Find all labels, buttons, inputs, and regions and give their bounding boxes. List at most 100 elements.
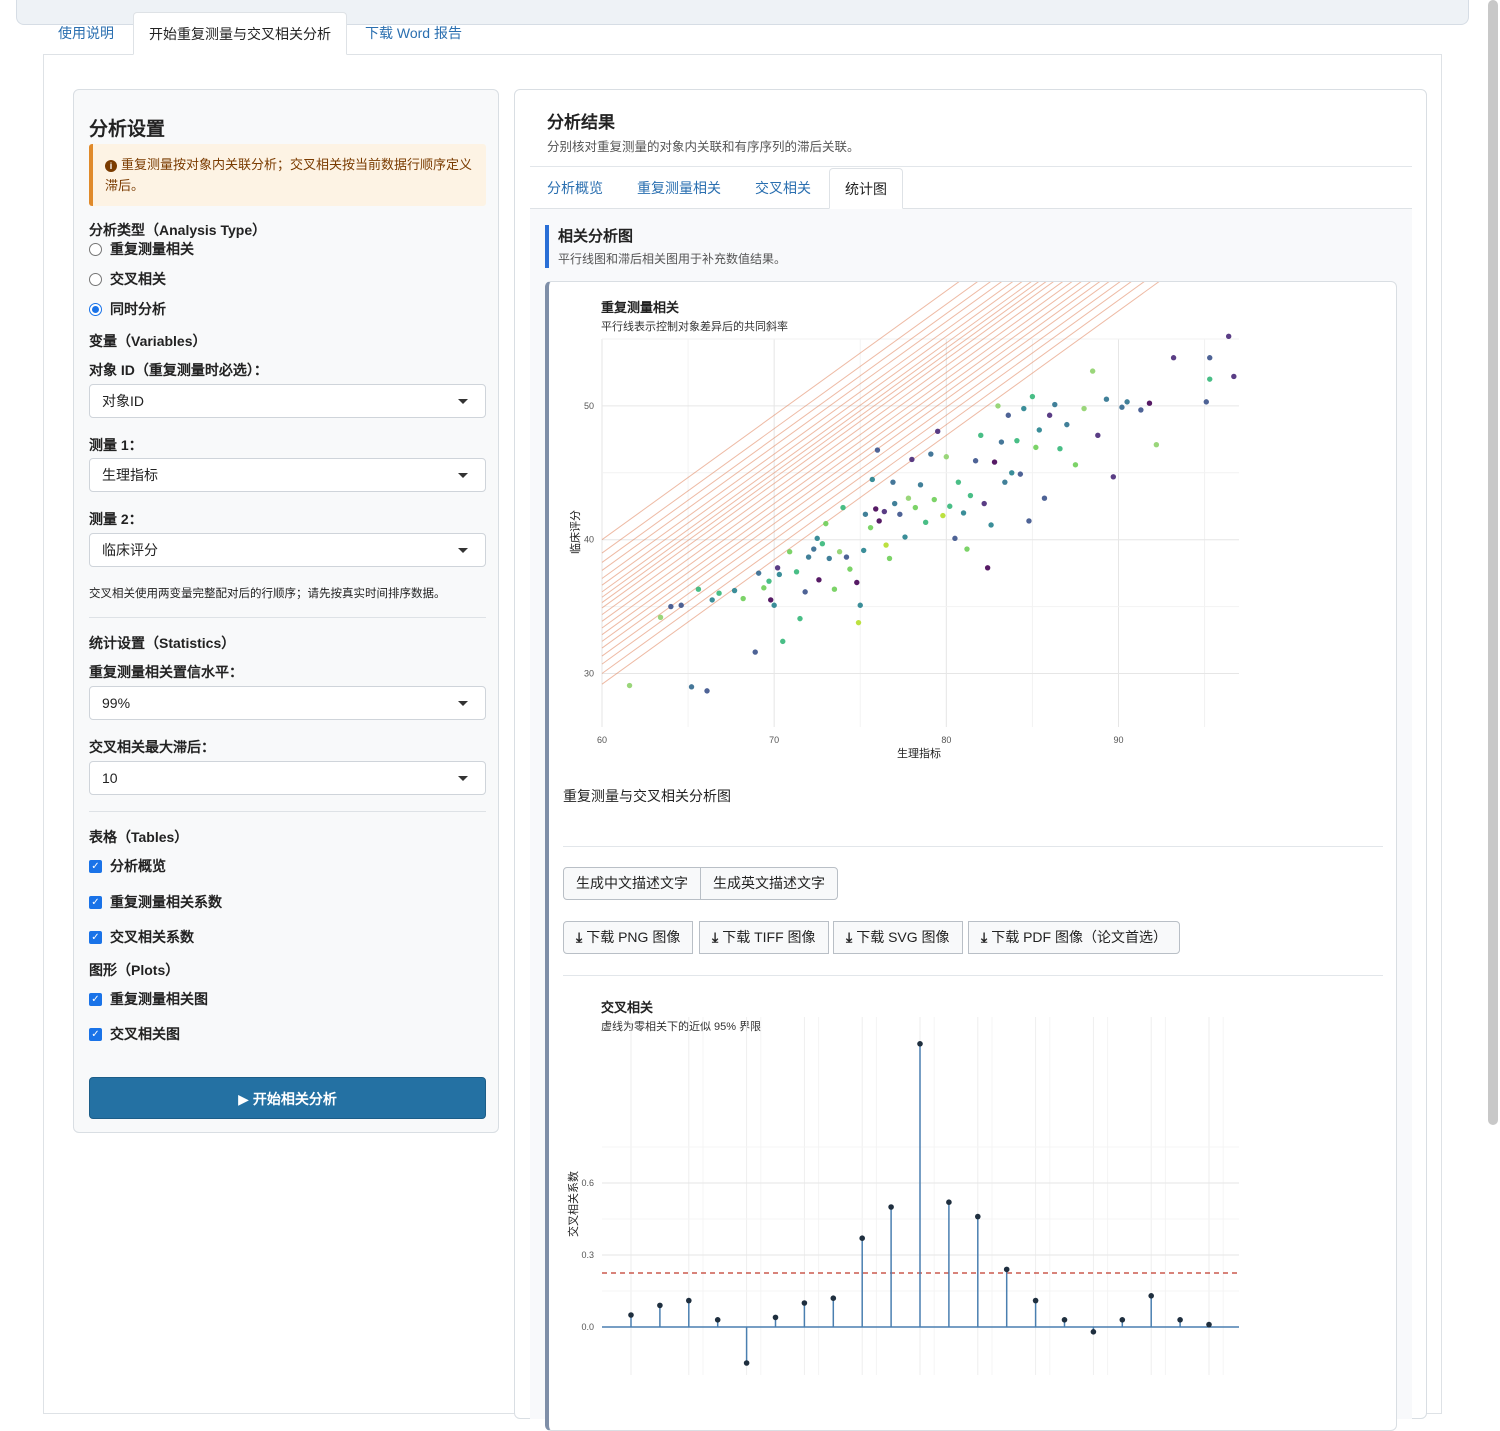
download-icon: ⤓ (846, 929, 853, 945)
parallel-line (601, 282, 1082, 629)
tab-start-analysis[interactable]: 开始重复测量与交叉相关分析 (133, 12, 347, 55)
data-point (1072, 462, 1079, 468)
checkbox-rmcorr-plot[interactable]: ✓ 重复测量相关图 (89, 989, 208, 1009)
help-text: 交叉相关使用两变量完整配对后的行顺序；请先按真实时间排序数据。 (89, 588, 446, 600)
download-tiff-button[interactable]: ⤓ 下载 TIFF 图像 (699, 921, 829, 954)
checkbox-ccf-plot[interactable]: ✓ 交叉相关图 (89, 1024, 180, 1044)
results-tabs: 分析概览 重复测量相关 交叉相关 统计图 (530, 168, 1412, 209)
data-point (766, 578, 772, 584)
data-point (857, 602, 863, 608)
data-point (1170, 355, 1177, 361)
data-point (1203, 399, 1209, 405)
tab-instructions[interactable]: 使用说明 (43, 12, 129, 55)
tab-ccf[interactable]: 交叉相关 (740, 168, 826, 209)
button-label: 下载 PNG 图像 (586, 929, 681, 945)
select-value: 临床评分 (102, 542, 158, 558)
checkbox-rmcorr-table[interactable]: ✓ 重复测量相关系数 (89, 892, 222, 912)
radio-cross[interactable]: 交叉相关 (89, 269, 166, 289)
data-point (854, 579, 860, 586)
data-point (843, 554, 850, 560)
ccf-point (830, 1295, 837, 1301)
data-point (905, 495, 912, 501)
data-point (1207, 355, 1213, 361)
check-icon[interactable]: ✓ (89, 992, 102, 1006)
tab-plots[interactable]: 统计图 (829, 168, 903, 209)
chart-subtitle: 平行线表示控制对象差异后的共同斜率 (601, 319, 788, 333)
download-svg-button[interactable]: ⤓ 下载 SVG 图像 (833, 921, 963, 954)
data-point (897, 511, 903, 517)
divider (563, 846, 1383, 847)
check-icon[interactable]: ✓ (89, 930, 102, 944)
tab-download-word[interactable]: 下载 Word 报告 (350, 12, 477, 55)
ccf-point (714, 1317, 721, 1323)
plot-card: 重复测量相关 平行线表示控制对象差异后的共同斜率 60 70 80 90 30 40 50 … (545, 281, 1397, 1431)
radio-repeated[interactable]: 重复测量相关 (89, 239, 194, 259)
y-axis-label: 临床评分 (568, 510, 582, 554)
download-icon: ⤓ (981, 929, 988, 945)
subject-id-select[interactable]: 对象ID (89, 384, 486, 418)
data-point (761, 585, 767, 591)
data-point (876, 518, 882, 524)
checkbox-ccf-table[interactable]: ✓ 交叉相关系数 (89, 927, 194, 947)
ci-label: 重复测量相关置信水平： (89, 664, 243, 680)
analysis-type-label: 分析类型（Analysis Type） (89, 222, 267, 238)
chart-title: 重复测量相关 (601, 300, 679, 315)
data-point (1110, 474, 1117, 480)
data-point (831, 586, 838, 592)
data-point (862, 511, 869, 517)
ccf-chart: 交叉相关 虚线为零相关下的近似 95% 界限 0.0 0.3 0.6 交叉相关系数 (566, 1000, 1239, 1375)
check-icon[interactable]: ✓ (89, 859, 102, 873)
section-subtitle: 平行线图和滞后相关图用于补充数值结果。 (558, 252, 787, 266)
check-icon[interactable]: ✓ (89, 895, 102, 909)
run-analysis-button[interactable]: ▶ 开始相关分析 (89, 1077, 486, 1119)
data-point (881, 508, 888, 515)
settings-sidebar: 分析设置 i 重复测量按对象内关联分析；交叉相关按当前数据行顺序定义滞后。 分析类… (73, 89, 499, 1133)
data-point (731, 587, 738, 594)
data-point (917, 482, 924, 488)
divider (89, 811, 486, 812)
radio-both[interactable]: 同时分析 (89, 299, 166, 319)
download-pdf-button[interactable]: ⤓ 下载 PDF 图像（论文首选） (968, 921, 1180, 954)
tab-overview[interactable]: 分析概览 (532, 168, 618, 209)
data-point (874, 447, 881, 453)
y-tick-label: 50 (584, 401, 594, 411)
data-point (902, 534, 908, 540)
gen-english-text-button[interactable]: 生成英文描述文字 (700, 867, 838, 900)
page-scrollbar[interactable] (1488, 0, 1498, 1125)
checkbox-overview[interactable]: ✓ 分析概览 (89, 856, 166, 876)
gen-chinese-text-button[interactable]: 生成中文描述文字 (563, 867, 701, 900)
data-point (626, 682, 633, 689)
tab-rmcorr[interactable]: 重复测量相关 (622, 168, 736, 209)
data-point (1033, 444, 1039, 451)
check-icon[interactable]: ✓ (89, 1027, 102, 1041)
radio-circle[interactable] (89, 242, 102, 256)
info-icon: i (105, 160, 117, 172)
results-subtitle: 分别核对重复测量的对象内关联和有序序列的滞后关联。 (547, 140, 860, 154)
axis-ticks: 0.0 0.3 0.6 (581, 1178, 594, 1332)
radio-label: 同时分析 (110, 301, 166, 317)
data-point (1052, 401, 1058, 408)
measure1-select[interactable]: 生理指标 (89, 458, 486, 492)
y-tick-label: 0.3 (581, 1250, 594, 1260)
measure2-select[interactable]: 临床评分 (89, 533, 486, 567)
play-icon: ▶ (238, 1091, 249, 1107)
parallel-line (601, 282, 1091, 636)
select-value: 对象ID (102, 393, 144, 409)
results-header: 分析结果 分别核对重复测量的对象内关联和有序序列的滞后关联。 (530, 90, 1412, 167)
ccf-point (859, 1235, 865, 1241)
data-point (816, 577, 822, 583)
ci-select[interactable]: 99% (89, 686, 486, 720)
data-point (981, 500, 987, 507)
data-point (793, 569, 800, 575)
data-point (752, 649, 758, 655)
select-value: 生理指标 (102, 467, 158, 483)
ccf-point (1003, 1266, 1010, 1273)
data-point (909, 456, 915, 463)
data-point (771, 602, 777, 608)
chevron-down-icon (458, 701, 468, 706)
maxlag-select[interactable]: 10 (89, 761, 486, 795)
radio-circle-selected[interactable] (89, 302, 102, 316)
ccf-stems (602, 1041, 1239, 1366)
download-png-button[interactable]: ⤓ 下载 PNG 图像 (563, 921, 694, 954)
radio-circle[interactable] (89, 272, 102, 286)
